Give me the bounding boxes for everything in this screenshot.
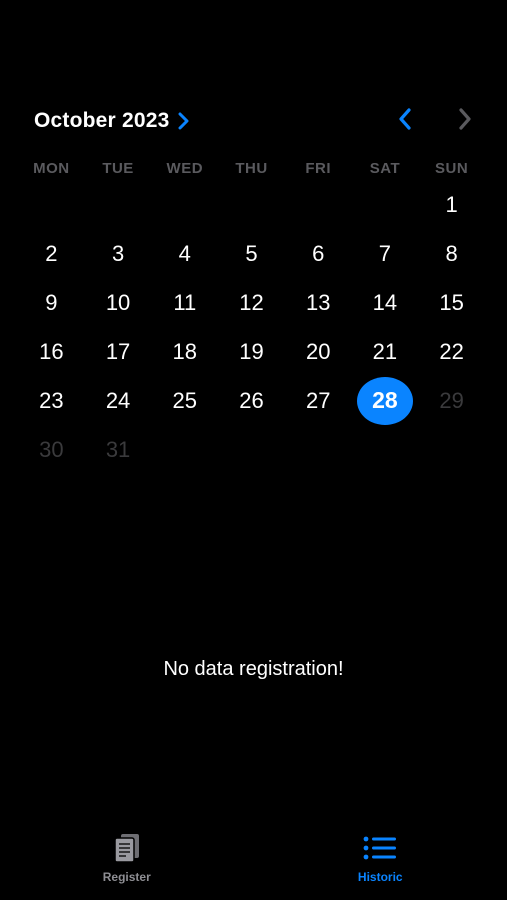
day-number: 31 bbox=[105, 436, 131, 462]
day-number: 11 bbox=[173, 289, 197, 315]
day-cell[interactable]: 23 bbox=[18, 376, 85, 425]
day-cell[interactable]: 6 bbox=[285, 229, 352, 278]
document-icon bbox=[112, 830, 142, 866]
chevron-left-icon bbox=[397, 107, 413, 136]
month-year-picker-button[interactable]: October 2023 bbox=[34, 109, 189, 133]
tab-label: Historic bbox=[357, 870, 403, 884]
day-cell[interactable]: 20 bbox=[285, 327, 352, 376]
empty-day-cell bbox=[285, 180, 352, 229]
list-icon bbox=[363, 830, 397, 866]
day-cell: 30 bbox=[18, 425, 85, 474]
day-number: 19 bbox=[239, 338, 264, 364]
day-number: 1 bbox=[445, 191, 458, 217]
day-cell[interactable]: 19 bbox=[218, 327, 285, 376]
day-cell[interactable]: 10 bbox=[85, 278, 152, 327]
day-cell[interactable]: 7 bbox=[352, 229, 419, 278]
day-number: 20 bbox=[305, 338, 331, 364]
day-number: 15 bbox=[439, 289, 464, 315]
day-cell[interactable]: 14 bbox=[352, 278, 419, 327]
day-cell[interactable]: 1 bbox=[418, 180, 485, 229]
day-number: 5 bbox=[245, 240, 258, 266]
day-number: 9 bbox=[45, 289, 58, 315]
selected-day-cell[interactable]: 28 bbox=[352, 376, 419, 425]
day-cell: 31 bbox=[85, 425, 152, 474]
day-cell: 29 bbox=[418, 376, 485, 425]
day-number: 10 bbox=[105, 289, 131, 315]
day-cell[interactable]: 16 bbox=[18, 327, 85, 376]
day-number: 30 bbox=[39, 436, 64, 462]
empty-state-message: No data registration! bbox=[163, 658, 344, 680]
month-year-label: October 2023 bbox=[34, 109, 170, 132]
day-cell[interactable]: 3 bbox=[85, 229, 152, 278]
day-cell[interactable]: 24 bbox=[85, 376, 152, 425]
empty-day-cell bbox=[218, 180, 285, 229]
chevron-right-icon bbox=[457, 107, 473, 136]
day-number: 22 bbox=[439, 338, 464, 364]
day-number: 3 bbox=[111, 240, 125, 266]
day-cell[interactable]: 26 bbox=[218, 376, 285, 425]
day-number: 6 bbox=[312, 240, 325, 266]
empty-day-cell bbox=[18, 180, 85, 229]
day-cell[interactable]: 11 bbox=[151, 278, 218, 327]
day-cell[interactable]: 18 bbox=[151, 327, 218, 376]
day-cell[interactable]: 2 bbox=[18, 229, 85, 278]
weekday-label: WED bbox=[166, 160, 204, 177]
day-cell[interactable]: 13 bbox=[285, 278, 352, 327]
tab-historic[interactable]: Historic bbox=[310, 830, 450, 900]
tab-label: Register bbox=[102, 870, 151, 884]
tab-bar: Register Historic bbox=[0, 830, 507, 900]
weekday-header-row: MON TUE WED THU FRI SAT SUN bbox=[18, 160, 485, 177]
day-cell[interactable]: 17 bbox=[85, 327, 152, 376]
empty-day-cell bbox=[85, 180, 152, 229]
day-number: 7 bbox=[378, 240, 392, 266]
previous-month-button[interactable] bbox=[393, 107, 417, 135]
weekday-label: SUN bbox=[435, 160, 469, 177]
day-number: 28 bbox=[356, 376, 413, 425]
day-cell[interactable]: 9 bbox=[18, 278, 85, 327]
day-number: 4 bbox=[178, 240, 191, 266]
day-cell[interactable]: 12 bbox=[218, 278, 285, 327]
next-month-button[interactable] bbox=[453, 107, 477, 135]
day-number: 23 bbox=[39, 387, 64, 413]
weekday-label: MON bbox=[33, 160, 70, 177]
weekday-label: FRI bbox=[305, 160, 332, 177]
day-cell[interactable]: 15 bbox=[418, 278, 485, 327]
day-number: 24 bbox=[105, 387, 131, 413]
day-cell[interactable]: 22 bbox=[418, 327, 485, 376]
day-number: 12 bbox=[239, 289, 264, 315]
empty-day-cell bbox=[151, 180, 218, 229]
day-cell[interactable]: 5 bbox=[218, 229, 285, 278]
day-cell[interactable]: 8 bbox=[418, 229, 485, 278]
day-number: 17 bbox=[105, 338, 131, 364]
day-number: 14 bbox=[372, 289, 398, 315]
day-cell[interactable]: 21 bbox=[352, 327, 419, 376]
chevron-right-icon bbox=[177, 112, 189, 130]
day-cell[interactable]: 4 bbox=[151, 229, 218, 278]
day-number: 29 bbox=[439, 387, 464, 413]
day-number: 13 bbox=[305, 289, 331, 315]
day-number: 16 bbox=[39, 338, 64, 364]
weekday-label: TUE bbox=[102, 160, 134, 177]
day-number: 27 bbox=[305, 387, 331, 413]
calendar-day-grid: 1 2 3 4 5 6 7 8 9 10 11 12 13 14 15 16 17 18 19 20 21 22 23 24 2… bbox=[18, 180, 485, 474]
weekday-label: SAT bbox=[369, 160, 401, 177]
day-number: 8 bbox=[445, 240, 458, 266]
day-number: 2 bbox=[45, 240, 58, 266]
empty-day-cell bbox=[352, 180, 419, 229]
day-number: 25 bbox=[172, 387, 198, 413]
day-cell[interactable]: 27 bbox=[285, 376, 352, 425]
day-number: 21 bbox=[372, 338, 398, 364]
calendar-header: October 2023 bbox=[34, 104, 477, 138]
day-cell[interactable]: 25 bbox=[151, 376, 218, 425]
day-number: 26 bbox=[239, 387, 264, 413]
day-number: 18 bbox=[172, 338, 198, 364]
month-navigation bbox=[393, 107, 477, 135]
weekday-label: THU bbox=[235, 160, 268, 177]
tab-register[interactable]: Register bbox=[57, 830, 197, 900]
